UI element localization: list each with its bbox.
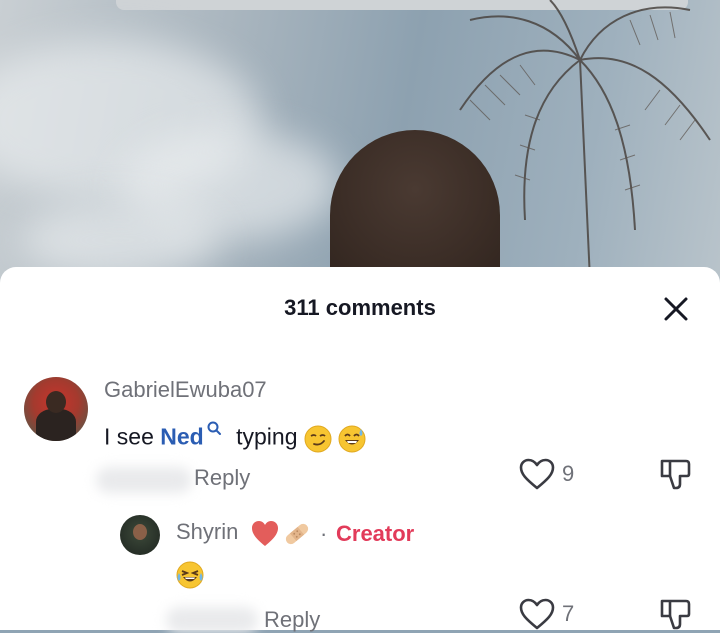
dislike-icon[interactable] bbox=[658, 457, 694, 491]
like-button[interactable]: 9 bbox=[518, 457, 574, 491]
creator-badge: Creator bbox=[336, 521, 415, 546]
mention-link[interactable]: Ned bbox=[160, 424, 203, 450]
like-button[interactable]: 7 bbox=[518, 597, 574, 631]
red-heart-emoji bbox=[252, 521, 278, 546]
sweat-smile-emoji bbox=[338, 425, 366, 453]
reply-username[interactable]: Shyrin bbox=[176, 519, 238, 545]
search-icon[interactable] bbox=[206, 420, 222, 436]
comment-count-title: 311 comments bbox=[284, 295, 436, 320]
close-icon[interactable] bbox=[660, 293, 692, 325]
reply-button[interactable]: Reply bbox=[194, 465, 250, 491]
separator-dot: · bbox=[320, 521, 328, 546]
redacted-timestamp bbox=[96, 467, 192, 493]
smirk-emoji bbox=[304, 425, 332, 453]
bandage-emoji bbox=[285, 523, 309, 545]
avatar[interactable] bbox=[24, 377, 88, 441]
avatar-face bbox=[46, 391, 66, 413]
comments-sheet: 311 comments GabrielEwuba07 I see Ned ty… bbox=[0, 267, 720, 633]
avatar[interactable] bbox=[120, 515, 160, 555]
comment-text: I see Ned typing bbox=[104, 420, 366, 453]
comment-username[interactable]: GabrielEwuba07 bbox=[104, 377, 267, 403]
comment-text-before: I see bbox=[104, 423, 161, 450]
redacted-timestamp bbox=[166, 607, 258, 633]
like-count: 9 bbox=[562, 461, 575, 486]
avatar-body bbox=[36, 409, 76, 441]
dislike-icon[interactable] bbox=[658, 597, 694, 631]
video-background[interactable] bbox=[0, 0, 720, 300]
heart-icon bbox=[519, 458, 555, 490]
avatar-face bbox=[133, 524, 147, 540]
comment-text-after: typing bbox=[229, 423, 298, 450]
reply-button[interactable]: Reply bbox=[264, 607, 320, 633]
like-count: 7 bbox=[562, 601, 575, 626]
heart-icon bbox=[519, 598, 555, 630]
laughing-tears-emoji bbox=[176, 561, 204, 589]
